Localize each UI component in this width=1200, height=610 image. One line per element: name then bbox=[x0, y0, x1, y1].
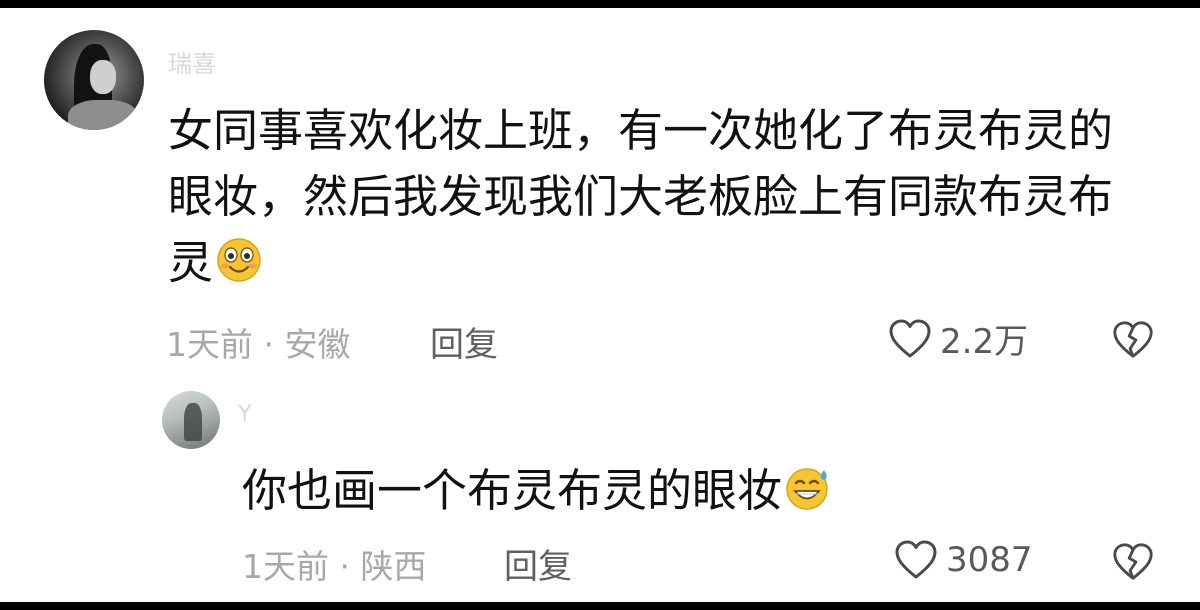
like-button[interactable]: 3087 bbox=[892, 536, 1033, 584]
like-count: 2.2万 bbox=[940, 322, 1029, 362]
meta-separator: · bbox=[253, 325, 285, 364]
broken-heart-icon[interactable] bbox=[1110, 539, 1156, 585]
grinning-sweat-emoji-icon bbox=[786, 468, 828, 510]
comment-text-line: 眼妆，然后我发现我们大老板脸上有同款布灵布 bbox=[168, 170, 1114, 223]
comment-text-tail: 灵 bbox=[168, 236, 214, 289]
reply-username[interactable]: Y bbox=[238, 402, 251, 427]
reply-location: 陕西 bbox=[360, 547, 427, 586]
heart-icon bbox=[895, 540, 937, 579]
heart-icon bbox=[889, 319, 931, 357]
avatar[interactable] bbox=[162, 391, 220, 449]
avatar[interactable] bbox=[44, 30, 144, 130]
reply-text-body: 你也画一个布灵布灵的眼妆 bbox=[242, 464, 783, 517]
avatar-face bbox=[90, 60, 116, 94]
comment-meta: 1天前 · 安徽 bbox=[166, 318, 350, 366]
comment-text-line: 灵 bbox=[168, 230, 1158, 296]
comment-thread: 瑞喜 女同事喜欢化妆上班，有一次她化了布灵布灵的 眼妆，然后我发现我们大老板脸上… bbox=[0, 8, 1200, 602]
comment-text-line: 女同事喜欢化妆上班，有一次她化了布灵布灵的 bbox=[168, 104, 1114, 157]
avatar-body bbox=[68, 100, 138, 130]
comment-time: 1天前 bbox=[166, 325, 253, 364]
reply-meta: 1天前 · 陕西 bbox=[242, 540, 426, 588]
comment-text[interactable]: 女同事喜欢化妆上班，有一次她化了布灵布灵的 眼妆，然后我发现我们大老板脸上有同款… bbox=[168, 98, 1158, 296]
reply-button[interactable]: 回复 bbox=[504, 539, 572, 588]
smiling-face-emoji-icon bbox=[217, 238, 261, 282]
meta-separator: · bbox=[329, 547, 361, 586]
reply-text[interactable]: 你也画一个布灵布灵的眼妆 bbox=[242, 458, 1142, 524]
like-button[interactable]: 2.2万 bbox=[886, 314, 1028, 363]
comment-username[interactable]: 瑞喜 bbox=[168, 44, 216, 79]
like-count: 3087 bbox=[946, 540, 1033, 580]
reply-button[interactable]: 回复 bbox=[430, 317, 498, 366]
avatar-figure bbox=[184, 403, 202, 441]
comment-location: 安徽 bbox=[284, 325, 351, 364]
broken-heart-icon[interactable] bbox=[1110, 317, 1156, 363]
reply-time: 1天前 bbox=[242, 547, 329, 586]
